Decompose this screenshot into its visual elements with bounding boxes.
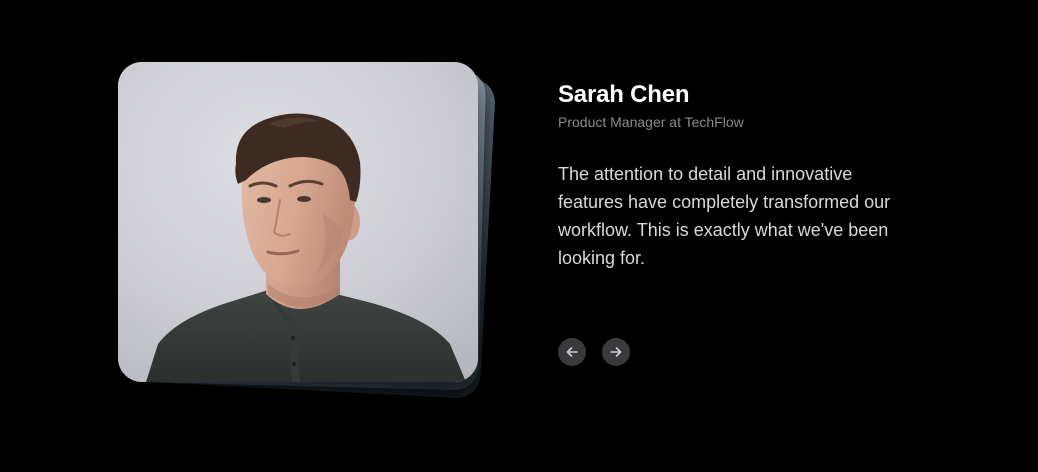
next-button[interactable] [602,338,630,366]
testimonial-section: Sarah Chen Product Manager at TechFlow T… [0,0,1038,472]
arrow-left-icon [566,347,578,357]
person-role: Product Manager at TechFlow [558,114,744,130]
testimonial-content: Sarah Chen Product Manager at TechFlow T… [558,80,918,272]
previous-button[interactable] [558,338,586,366]
photo-stack [117,60,497,400]
person-name: Sarah Chen [558,81,690,108]
arrow-right-icon [610,347,622,357]
testimonial-photo [118,62,478,382]
testimonial-navigation [558,338,630,366]
portrait-image [118,62,478,382]
testimonial-quote: The attention to detail and innovative f… [558,164,891,268]
